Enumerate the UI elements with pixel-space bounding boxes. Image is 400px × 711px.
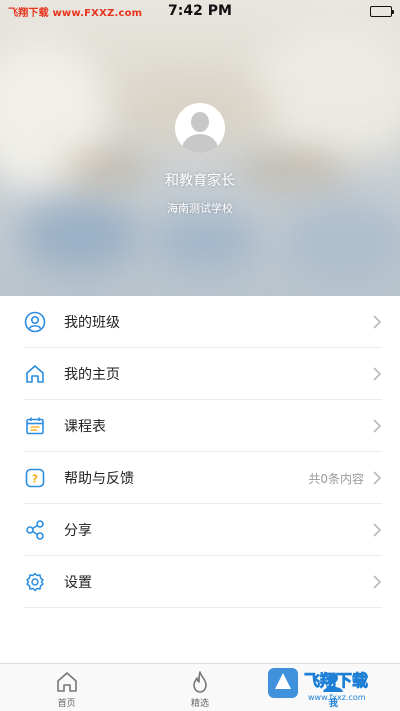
- tab-label: 精选: [190, 699, 209, 709]
- tab-me[interactable]: 我: [267, 664, 400, 711]
- battery-icon: [370, 5, 394, 17]
- chevron-right-icon: [373, 575, 382, 589]
- menu-item-settings[interactable]: 设置: [0, 556, 400, 608]
- tab-label: 首页: [57, 699, 76, 709]
- calendar-icon: [24, 415, 46, 437]
- tab-label: 我: [328, 699, 338, 709]
- menu-item-label: 课程表: [64, 419, 106, 435]
- user-circle-icon: [24, 311, 46, 333]
- menu-item-help-feedback[interactable]: ? 帮助与反馈 共0条内容: [0, 452, 400, 504]
- menu-item-my-homepage[interactable]: 我的主页: [0, 348, 400, 400]
- chevron-right-icon: [373, 315, 382, 329]
- home-icon: [24, 363, 46, 385]
- user-icon: [323, 673, 344, 692]
- share-icon: [24, 519, 46, 541]
- menu-item-label: 设置: [64, 575, 92, 591]
- menu-item-label: 我的班级: [64, 315, 120, 331]
- chevron-right-icon: [373, 367, 382, 381]
- flame-icon: [193, 671, 207, 693]
- tab-featured[interactable]: 精选: [133, 664, 266, 711]
- chevron-right-icon: [373, 419, 382, 433]
- menu-item-timetable[interactable]: 课程表: [0, 400, 400, 452]
- chevron-right-icon: [373, 471, 382, 485]
- chevron-right-icon: [373, 523, 382, 537]
- feedback-count: 共0条内容: [308, 471, 364, 486]
- menu-item-my-class[interactable]: 我的班级: [0, 296, 400, 348]
- help-icon: ?: [24, 467, 46, 489]
- school-name: 海南测试学校: [167, 202, 233, 215]
- menu-item-share[interactable]: 分享: [0, 504, 400, 556]
- avatar[interactable]: [175, 103, 225, 153]
- settings-menu: 我的班级 我的主页 课程表 ? 帮助与反馈 共0条内容 分享 设置: [0, 296, 400, 608]
- status-time: 7:42 PM: [168, 3, 232, 19]
- menu-item-label: 分享: [64, 523, 92, 539]
- home-icon: [56, 672, 77, 692]
- svg-text:?: ?: [32, 473, 38, 486]
- menu-item-label: 我的主页: [64, 367, 120, 383]
- profile-header: 和教育家长 海南测试学校: [0, 0, 400, 296]
- user-name: 和教育家长: [165, 173, 235, 189]
- status-bar: 飞翔下载 www.FXXZ.com 7:42 PM: [0, 0, 400, 22]
- gear-icon: [24, 571, 46, 593]
- tab-home[interactable]: 首页: [0, 664, 133, 711]
- tab-bar: 首页 精选 我: [0, 663, 400, 711]
- menu-item-label: 帮助与反馈: [64, 471, 134, 487]
